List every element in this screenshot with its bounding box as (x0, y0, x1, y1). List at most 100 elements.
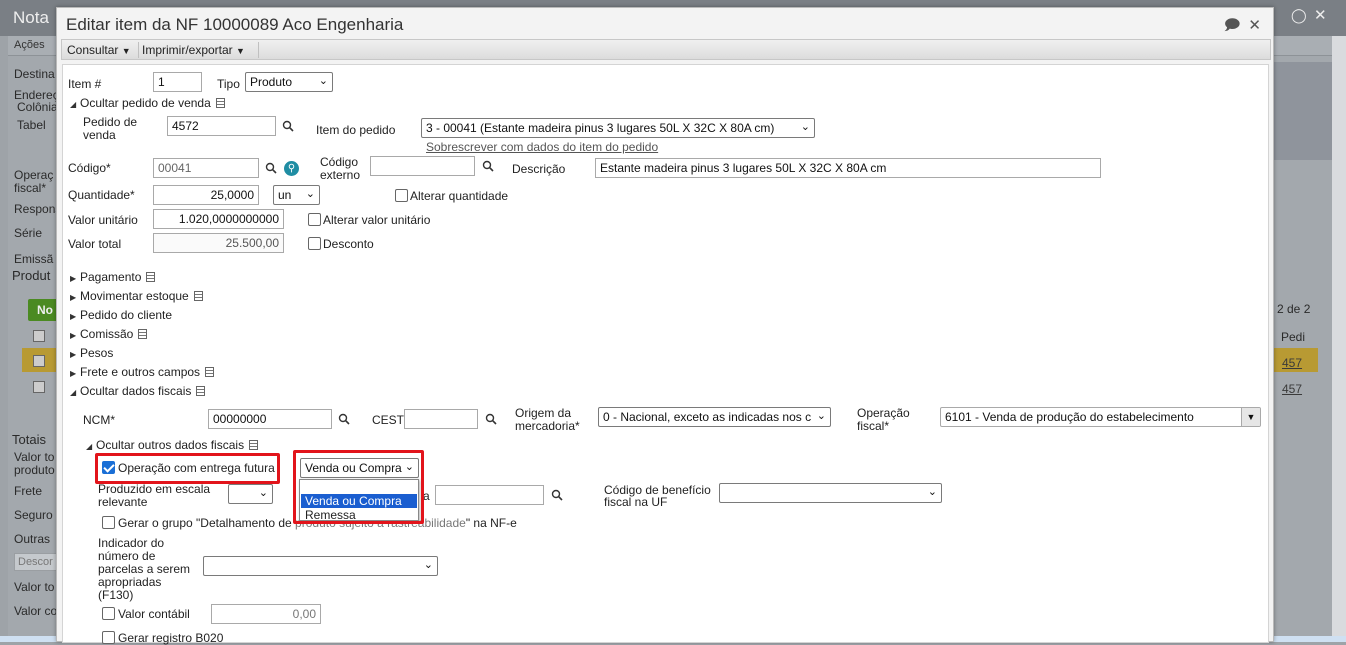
section-comissao-label: Comissão (80, 327, 134, 341)
valor-unitario-label: Valor unitário (68, 213, 138, 227)
triangle-right-icon: ▶ (70, 350, 77, 359)
section-pagamento[interactable]: ▶ Pagamento (70, 270, 156, 284)
search-icon[interactable] (485, 413, 497, 425)
item-number-label: Item # (68, 77, 102, 91)
valor-contabil-input[interactable] (211, 604, 321, 624)
codigo-label: Código* (68, 161, 111, 175)
valor-contabil-checkbox[interactable] (102, 607, 115, 620)
codigo-externo-label-2: externo (320, 168, 361, 182)
document-icon[interactable] (215, 98, 225, 108)
edit-item-modal: Editar item da NF 10000089 Aco Engenhari… (56, 7, 1274, 645)
indicador-label-5: (F130) (98, 588, 134, 602)
product-info-icon[interactable]: ⚲ (284, 161, 299, 176)
codigo-externo-input[interactable] (370, 156, 475, 176)
section-pesos[interactable]: ▶ Pesos (70, 346, 113, 360)
search-icon[interactable] (482, 160, 494, 172)
caret-down-icon[interactable]: ▼ (1241, 408, 1260, 426)
item-pedido-value: 3 - 00041 (Estante madeira pinus 3 lugar… (426, 121, 775, 135)
operacao-fiscal-select[interactable]: 6101 - Venda de produção do estabelecime… (940, 407, 1261, 427)
triangle-right-icon: ▶ (70, 293, 77, 302)
operacao-fiscal-label-2: fiscal* (857, 419, 890, 433)
section-pagamento-label: Pagamento (80, 270, 142, 284)
chevron-down-icon: ⌄ (305, 188, 315, 200)
cnpj-input[interactable] (435, 485, 544, 505)
origem-label-2: mercadoria* (515, 419, 580, 433)
alterar-valor-unitario-checkbox[interactable] (308, 213, 321, 226)
produzido-select[interactable]: ⌄ (228, 484, 273, 504)
item-pedido-select[interactable]: 3 - 00041 (Estante madeira pinus 3 lugar… (421, 118, 815, 138)
section-ocultar-fiscais[interactable]: ◢ Ocultar dados fiscais (70, 384, 206, 398)
section-comissao[interactable]: ▶ Comissão (70, 327, 148, 341)
rastreabilidade-checkbox[interactable] (102, 516, 115, 529)
section-ocultar-pedido-label: Ocultar pedido de venda (80, 96, 211, 110)
triangle-right-icon: ▶ (70, 369, 77, 378)
highlight-box-tipo-entrega (293, 450, 424, 524)
chevron-down-icon: ⌄ (927, 486, 937, 498)
pedido-venda-label-2: venda (83, 128, 116, 142)
search-icon[interactable] (338, 413, 350, 425)
item-pedido-label: Item do pedido (316, 123, 396, 137)
chevron-down-icon: ⌄ (800, 121, 810, 133)
content-canvas: Item # Tipo Produto⌄ ◢Ocultar pedido de … (2, 2, 1346, 645)
produzido-label-2: relevante (98, 495, 148, 509)
descricao-input[interactable] (595, 158, 1101, 178)
unidade-select[interactable]: un ⌄ (273, 185, 320, 205)
search-icon[interactable] (265, 162, 277, 174)
document-icon[interactable] (146, 272, 156, 282)
operacao-fiscal-value: 6101 - Venda de produção do estabelecime… (945, 410, 1194, 424)
origem-select[interactable]: 0 - Nacional, exceto as indicadas nos c ⌄ (598, 407, 831, 427)
section-movimentar-estoque[interactable]: ▶ Movimentar estoque (70, 289, 203, 303)
origem-value: 0 - Nacional, exceto as indicadas nos c (603, 410, 812, 424)
tipo-label: Tipo (217, 77, 240, 91)
document-icon[interactable] (205, 367, 215, 377)
cest-input[interactable] (404, 409, 478, 429)
triangle-down-icon: ◢ (86, 442, 93, 451)
document-icon[interactable] (196, 386, 206, 396)
search-icon[interactable] (282, 120, 294, 132)
cest-label: CEST (372, 413, 405, 427)
section-ocultar-outros-fiscais[interactable]: ◢ Ocultar outros dados fiscais (86, 438, 259, 452)
section-ocultar-fiscais-label: Ocultar dados fiscais (80, 384, 192, 398)
ncm-label: NCM* (83, 413, 115, 427)
beneficio-select[interactable]: ⌄ (719, 483, 942, 503)
indicador-select[interactable]: ⌄ (203, 556, 438, 576)
item-number-input[interactable] (153, 72, 202, 92)
section-pedido-cliente-label: Pedido do cliente (80, 308, 173, 322)
quantidade-input[interactable] (153, 185, 259, 205)
quantidade-label: Quantidade* (68, 188, 135, 202)
document-icon[interactable] (249, 440, 259, 450)
chevron-down-icon: ⌄ (423, 559, 433, 571)
alterar-valor-unitario-label: Alterar valor unitário (323, 213, 431, 227)
pedido-venda-input[interactable] (167, 116, 276, 136)
section-ocultar-pedido[interactable]: ◢ Ocultar pedido de venda (70, 96, 225, 110)
overwrite-item-link[interactable]: Sobrescrever com dados do item do pedido (426, 140, 658, 154)
tipo-select[interactable]: Produto ⌄ (245, 72, 333, 92)
codigo-input[interactable] (153, 158, 259, 178)
document-icon[interactable] (138, 329, 148, 339)
desconto-label: Desconto (323, 237, 374, 251)
section-frete[interactable]: ▶ Frete e outros campos (70, 365, 215, 379)
valor-unitario-input[interactable] (153, 209, 284, 229)
triangle-right-icon: ▶ (70, 312, 77, 321)
rastreabilidade-label-start: Gerar o grupo "Detalhamento de (118, 516, 292, 530)
document-icon[interactable] (193, 291, 203, 301)
desconto-checkbox[interactable] (308, 237, 321, 250)
section-pesos-label: Pesos (80, 346, 114, 360)
chevron-down-icon: ⌄ (318, 75, 328, 87)
rastreabilidade-label-end: " na NF-e (465, 516, 517, 530)
section-pedido-cliente[interactable]: ▶ Pedido do cliente (70, 308, 172, 322)
unidade-value: un (278, 188, 292, 202)
tipo-select-value: Produto (250, 75, 293, 89)
section-ocultar-outros-fiscais-label: Ocultar outros dados fiscais (96, 438, 245, 452)
search-icon[interactable] (551, 489, 563, 501)
triangle-right-icon: ▶ (70, 274, 77, 283)
ncm-input[interactable] (208, 409, 332, 429)
chevron-down-icon: ⌄ (258, 487, 268, 499)
section-frete-label: Frete e outros campos (80, 365, 201, 379)
alterar-quantidade-checkbox[interactable] (395, 189, 408, 202)
section-movimentar-estoque-label: Movimentar estoque (80, 289, 189, 303)
highlight-box-entrega-futura (95, 453, 280, 484)
gerar-registro-checkbox[interactable] (102, 631, 115, 644)
beneficio-label-2: fiscal na UF (604, 495, 668, 509)
valor-total-input[interactable] (153, 233, 284, 253)
